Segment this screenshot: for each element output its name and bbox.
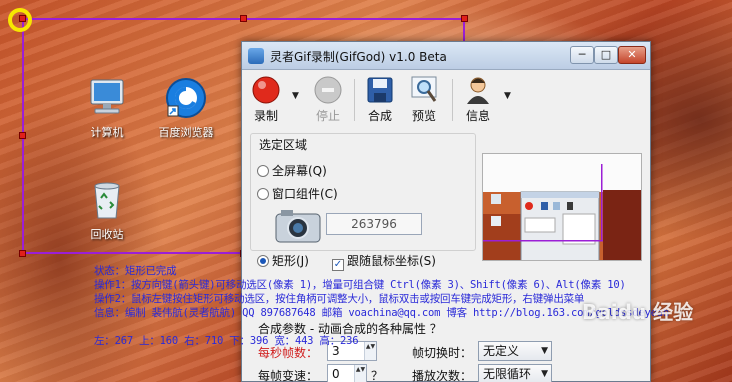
resize-handle-top-middle[interactable] <box>240 15 247 22</box>
window-component-radio-label: 窗口组件(C) <box>272 187 338 201</box>
save-disk-icon <box>365 75 395 105</box>
radio-circle <box>257 188 269 200</box>
frame-speed-stepper[interactable]: 0 ▲▼ <box>327 364 367 382</box>
frame-speed-label: 每帧变速： <box>258 369 319 382</box>
record-icon <box>251 75 281 105</box>
operation-hint-2: 操作2：鼠标左键按住矩形可移动选区，按住角柄可调整大小，鼠标双击或按回车键完成矩… <box>94 293 585 305</box>
stop-label: 停止 <box>315 109 340 123</box>
frame-switch-value: 无定义 <box>483 344 520 358</box>
magnifier-icon <box>409 75 439 105</box>
frame-speed-help-icon[interactable]: ？ <box>371 367 383 382</box>
title-bar[interactable]: 灵者Gif录制(GifGod) v1.0 Beta ─ □ ✕ <box>242 42 650 70</box>
radio-circle <box>257 165 269 177</box>
rectangle-radio[interactable]: 矩形(J) <box>257 252 309 269</box>
person-icon <box>463 75 493 105</box>
toolbar: 录制 ▼ 停止 合成 预览 信息 ▼ <box>242 71 650 127</box>
app-window: 灵者Gif录制(GifGod) v1.0 Beta ─ □ ✕ 录制 ▼ 停止 … <box>241 41 651 382</box>
info-label: 信息 <box>465 109 490 123</box>
fullscreen-radio[interactable]: 全屏幕(Q) <box>257 162 327 179</box>
camera-icon[interactable] <box>275 208 321 244</box>
chevron-down-icon: ▼ <box>541 346 548 356</box>
chevron-down-icon: ▼ <box>541 369 548 379</box>
resize-handle-middle-left[interactable] <box>19 132 26 139</box>
follow-mouse-label: 跟随鼠标坐标(S) <box>347 254 436 268</box>
watermark: Baidu 经验 <box>582 300 694 324</box>
app-icon <box>248 48 264 64</box>
stop-button[interactable]: 停止 <box>310 75 346 125</box>
play-count-select[interactable]: 无限循环 ▼ <box>478 364 552 382</box>
record-button[interactable]: 录制 <box>248 75 284 125</box>
preview-label: 预览 <box>411 109 436 123</box>
select-area-title: 选定区域 <box>259 138 308 152</box>
play-count-label: 播放次数： <box>412 369 473 382</box>
info-button[interactable]: 信息 <box>460 75 496 125</box>
stepper-arrows[interactable]: ▲▼ <box>364 342 376 360</box>
highlight-ring-top-left <box>8 8 32 32</box>
compose-label: 合成 <box>367 109 392 123</box>
status-text: 状态：矩形已完成 <box>94 265 177 277</box>
window-title: 灵者Gif录制(GifGod) v1.0 Beta <box>270 50 447 64</box>
window-handle-field[interactable]: 263796 <box>326 213 422 235</box>
frame-switch-label: 帧切换时： <box>412 346 473 360</box>
preview-button[interactable]: 预览 <box>406 75 442 125</box>
coordinates-readout: 左：267 上：160 右：710 下：396 宽：443 高：236 <box>94 335 359 347</box>
info-dropdown-arrow[interactable]: ▼ <box>504 91 511 101</box>
resize-handle-top-right[interactable] <box>461 15 468 22</box>
record-dropdown-arrow[interactable]: ▼ <box>292 91 299 101</box>
window-component-radio[interactable]: 窗口组件(C) <box>257 185 338 202</box>
fullscreen-radio-label: 全屏幕(Q) <box>272 164 327 178</box>
maximize-button[interactable]: □ <box>594 46 618 64</box>
preview-thumbnail <box>482 153 642 261</box>
checkbox-box: ✓ <box>332 259 344 271</box>
operation-hint-1: 操作1：按方向键(箭头键)可移动选区(像素 1)，增量可组合键 Ctrl(像素 … <box>94 279 626 291</box>
resize-handle-bottom-left[interactable] <box>19 250 26 257</box>
frame-speed-value: 0 <box>332 367 340 381</box>
play-count-value: 无限循环 <box>483 367 532 381</box>
record-label: 录制 <box>253 109 278 123</box>
stepper-arrows[interactable]: ▲▼ <box>354 365 366 382</box>
toolbar-separator <box>354 79 355 121</box>
compose-button[interactable]: 合成 <box>362 75 398 125</box>
close-button[interactable]: ✕ <box>618 46 646 64</box>
minimize-button[interactable]: ─ <box>570 46 594 64</box>
frame-switch-select[interactable]: 无定义 ▼ <box>478 341 552 361</box>
toolbar-separator <box>452 79 453 121</box>
radio-circle-selected <box>257 255 269 267</box>
stop-icon <box>313 75 343 105</box>
rectangle-radio-label: 矩形(J) <box>272 254 309 268</box>
follow-mouse-checkbox[interactable]: ✓ 跟随鼠标坐标(S) <box>332 252 436 271</box>
